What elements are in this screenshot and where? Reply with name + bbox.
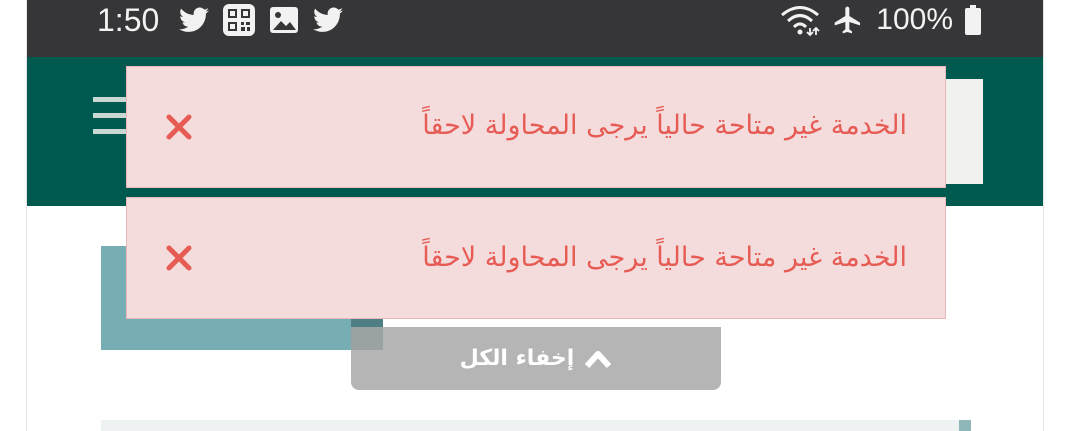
battery-percent: 100% [876, 3, 953, 36]
status-bar: 1:50 100% [27, 0, 1043, 57]
status-time: 1:50 [97, 2, 160, 38]
twitter-icon [313, 7, 343, 33]
screen: 1:50 100% الخدمة غير متاحة حالياً يرجى ا… [0, 0, 1066, 431]
image-icon [269, 6, 299, 34]
chevron-up-icon [584, 349, 612, 369]
hide-all-button[interactable]: إخفاء الكل [351, 327, 721, 390]
wifi-icon [780, 4, 820, 36]
toast-message: الخدمة غير متاحة حالياً يرجى المحاولة لا… [422, 110, 907, 141]
content-section [101, 420, 971, 431]
content-section-accent [959, 420, 971, 431]
close-icon[interactable] [163, 242, 195, 274]
hide-all-label: إخفاء الكل [459, 346, 575, 371]
error-toast: الخدمة غير متاحة حالياً يرجى المحاولة لا… [126, 197, 946, 319]
error-toast: الخدمة غير متاحة حالياً يرجى المحاولة لا… [126, 66, 946, 188]
close-icon[interactable] [163, 111, 195, 143]
app-logo [941, 79, 983, 184]
notification-icons [179, 4, 343, 36]
battery-icon [965, 5, 981, 35]
app-viewport: 1:50 100% الخدمة غير متاحة حالياً يرجى ا… [26, 0, 1044, 431]
qr-code-icon [223, 4, 255, 36]
airplane-icon [832, 4, 864, 36]
toast-message: الخدمة غير متاحة حالياً يرجى المحاولة لا… [422, 242, 907, 273]
system-icons: 100% [780, 0, 981, 40]
twitter-icon [179, 7, 209, 33]
